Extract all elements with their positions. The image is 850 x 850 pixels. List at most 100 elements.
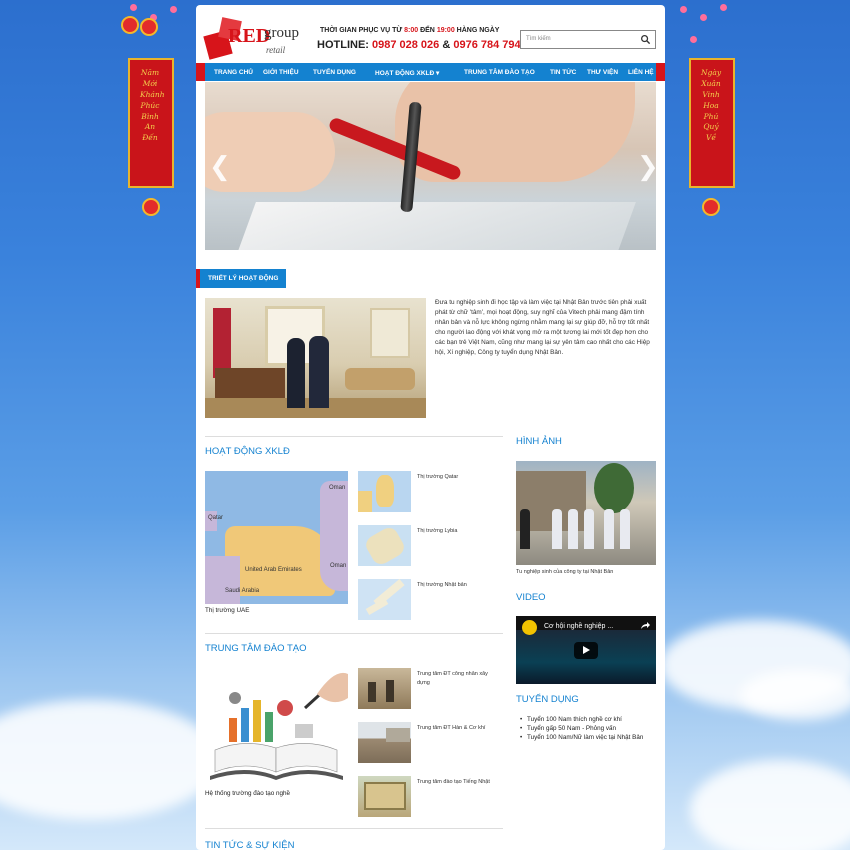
heading-ribbon — [196, 269, 200, 288]
divider — [205, 828, 503, 829]
nav-item-library[interactable]: THƯ VIỆN — [587, 69, 618, 76]
photo-person — [520, 509, 530, 549]
blossom-icon — [690, 36, 697, 43]
xkld-title[interactable]: HOẠT ĐỘNG XKLĐ — [205, 446, 290, 457]
photo-desk — [215, 368, 285, 398]
thumb-japanese-center[interactable] — [358, 776, 411, 817]
photo-person — [309, 336, 329, 408]
hotline: HOTLINE: 0987 028 026 & 0976 784 794 — [317, 39, 521, 51]
left-couplet-text: Năm Mới Khánh Phúc Bình An Đến — [140, 68, 165, 143]
video-title[interactable]: VIDEO — [516, 592, 546, 603]
news-title[interactable]: TIN TỨC & SỰ KIỆN — [205, 840, 294, 850]
photo-person — [552, 509, 562, 549]
jobs-title[interactable]: TUYỂN DỤNG — [516, 694, 579, 705]
thumb-libya-caption[interactable]: Thị trường Lybia — [417, 527, 497, 536]
slider-next-icon[interactable]: ❯ — [637, 152, 656, 182]
photo-shelf — [370, 308, 410, 358]
search-icon[interactable] — [640, 34, 651, 45]
map-land — [358, 491, 372, 512]
nav-item-news[interactable]: TIN TỨC — [550, 69, 576, 76]
map-label: United Arab Emirates — [245, 567, 302, 573]
hotline-number-2[interactable]: 0976 784 794 — [453, 39, 520, 51]
jobs-list: Tuyển 100 Nam thích nghề cơ khí Tuyển gấ… — [519, 715, 659, 743]
photo-person — [568, 509, 578, 549]
thumb-building — [386, 728, 410, 742]
thumb-japanese-caption[interactable]: Trung tâm đào tạo Tiếng Nhật — [417, 778, 499, 787]
map-label: Oman — [330, 563, 347, 569]
thumb-construction-caption[interactable]: Trung tâm ĐT công nhân xây dựng — [417, 670, 499, 688]
hotline-number-1[interactable]: 0987 028 026 — [372, 39, 439, 51]
site-logo[interactable]: RED group retail — [203, 15, 299, 63]
thumb-libya-map[interactable] — [358, 525, 411, 566]
video-caption: Cơ hội nghề nghiệp ... — [544, 623, 614, 630]
philosophy-photo[interactable] — [205, 298, 426, 418]
map-land — [205, 511, 217, 531]
lantern-icon — [121, 16, 139, 34]
training-title[interactable]: TRUNG TÂM ĐÀO TẠO — [205, 643, 307, 654]
video-player[interactable]: Cơ hội nghề nghiệp ... — [516, 616, 656, 684]
cloud — [690, 760, 850, 850]
job-item[interactable]: Tuyển gấp 50 Nam - Phỏng vấn — [519, 724, 659, 733]
slide-document — [234, 202, 636, 250]
job-item[interactable]: Tuyển 100 Nam thích nghề cơ khí — [519, 715, 659, 724]
right-couplet-text: Ngày Xuân Vinh Hoa Phú Quý Về — [701, 68, 722, 143]
thumb-qatar-map[interactable] — [358, 471, 411, 512]
blossom-icon — [720, 4, 727, 11]
thumb-japan-caption[interactable]: Thị trường Nhật bản — [417, 581, 497, 590]
photo-sofa — [345, 368, 415, 390]
thumb-qatar-caption[interactable]: Thị trường Qatar — [417, 473, 497, 482]
nav-item-recruitment[interactable]: TUYỂN DỤNG — [313, 69, 356, 76]
images-title[interactable]: HÌNH ẢNH — [516, 436, 562, 447]
map-label: Saudi Arabia — [225, 588, 260, 594]
divider — [205, 633, 503, 634]
nav-item-about[interactable]: GIỚI THIỆU — [263, 69, 299, 76]
job-item[interactable]: Tuyển 100 Nam/Nữ làm việc tại Nhật Bản — [519, 733, 659, 742]
photo-person — [604, 509, 614, 549]
uae-map[interactable]: Qatar Oman United Arab Emirates Saudi Ar… — [205, 471, 348, 604]
thumb-welding-center[interactable] — [358, 722, 411, 763]
xkld-main-caption[interactable]: Thị trường UAE — [205, 607, 249, 614]
cloud — [0, 700, 220, 820]
nav-item-home[interactable]: TRANG CHỦ — [214, 69, 253, 76]
logo-group: group — [264, 25, 299, 41]
search-input[interactable]: Tìm kiếm — [520, 30, 656, 49]
photo-tree — [594, 463, 634, 513]
map-land — [362, 525, 408, 566]
play-icon[interactable] — [574, 642, 598, 659]
main-nav: TRANG CHỦ GIỚI THIỆU TUYỂN DỤNG HOẠT ĐỘN… — [205, 63, 656, 81]
thumb-figure — [368, 682, 376, 702]
logo-retail: retail — [266, 45, 286, 55]
hero-slider[interactable]: ❮ ❯ — [205, 82, 656, 250]
map-land — [225, 526, 335, 596]
page-container: RED group retail THỜI GIAN PHỤC VỤ TỪ 8:… — [196, 5, 665, 850]
training-main-caption[interactable]: Hệ thống trường đào tạo nghề — [205, 790, 290, 797]
right-couplet: Ngày Xuân Vinh Hoa Phú Quý Về — [689, 58, 735, 188]
nav-item-contact[interactable]: LIÊN HỆ — [628, 69, 654, 76]
blossom-icon — [130, 4, 137, 11]
students-photo[interactable] — [516, 461, 656, 565]
chevron-down-icon: ▾ — [436, 70, 440, 77]
slider-prev-icon[interactable]: ❮ — [209, 152, 231, 182]
map-land — [320, 481, 348, 591]
thumb-building — [364, 782, 406, 810]
blossom-icon — [680, 6, 687, 13]
thumb-japan-map[interactable] — [358, 579, 411, 620]
share-icon[interactable] — [640, 621, 650, 631]
philosophy-heading: TRIẾT LÝ HOẠT ĐỘNG — [196, 269, 286, 288]
cloud — [740, 670, 850, 720]
students-caption[interactable]: Tu nghiệp sinh của công ty tại Nhật Bản — [516, 568, 613, 577]
service-hours: THỜI GIAN PHỤC VỤ TỪ 8:00 ĐẾN 19:00 HÀNG… — [320, 27, 500, 34]
nav-item-xkld[interactable]: HOẠT ĐỘNG XKLĐ ▾ — [375, 69, 439, 77]
open-book-illustration — [210, 672, 348, 780]
divider — [205, 436, 503, 437]
training-main-image[interactable] — [205, 668, 348, 785]
thumb-construction-center[interactable] — [358, 668, 411, 709]
philosophy-heading-text: TRIẾT LÝ HOẠT ĐỘNG — [208, 275, 279, 282]
nav-ribbon-right — [655, 63, 665, 81]
thumb-welding-caption[interactable]: Trung tâm ĐT Hàn & Cơ khí — [417, 724, 499, 733]
lantern-icon — [142, 198, 160, 216]
thumb-figure — [386, 680, 394, 702]
map-land — [376, 475, 394, 507]
nav-item-training[interactable]: TRUNG TÂM ĐÀO TẠO — [464, 69, 535, 76]
blossom-icon — [170, 6, 177, 13]
